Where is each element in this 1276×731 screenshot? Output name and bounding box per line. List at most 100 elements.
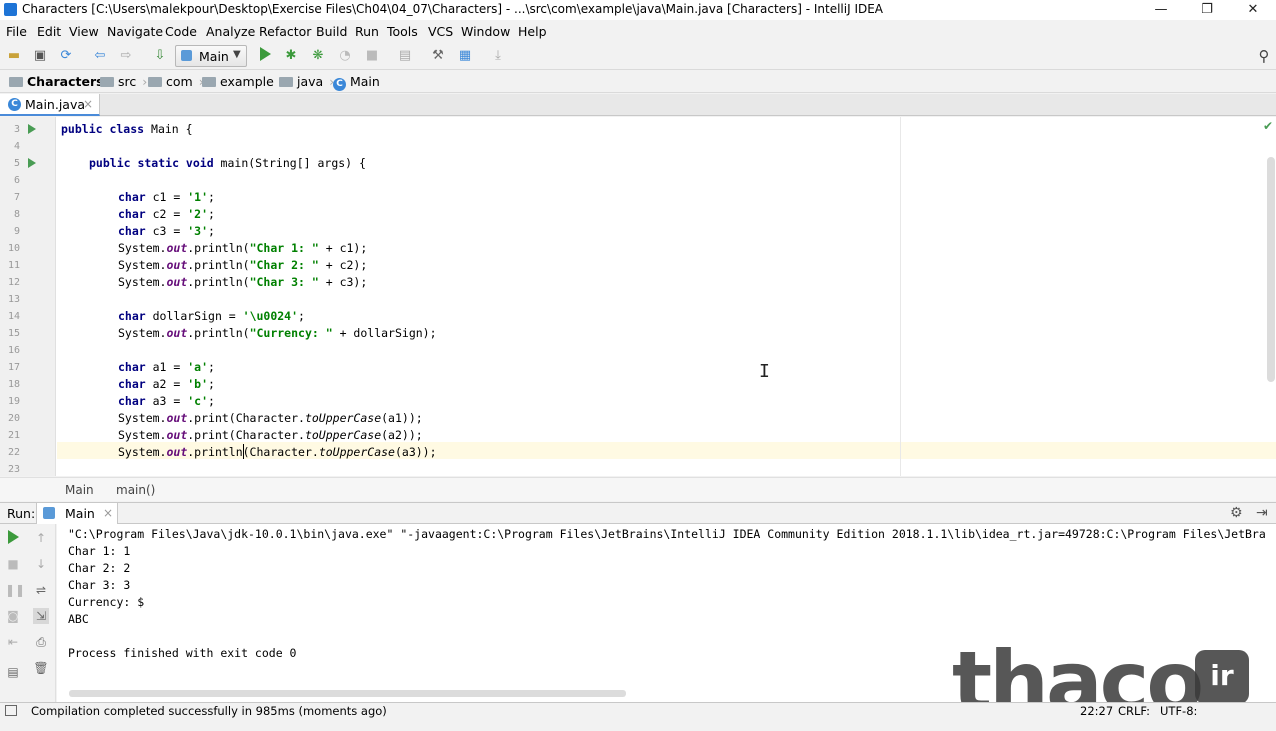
line-number: 5 <box>13 158 20 169</box>
tool-windows-icon[interactable] <box>5 705 17 716</box>
menu-refactor[interactable]: Refactor <box>259 24 311 39</box>
class-icon: C <box>8 98 21 111</box>
line-number: 11 <box>7 260 20 271</box>
coverage-icon[interactable]: ❋ <box>309 47 327 65</box>
gear-icon[interactable]: ⚙ <box>1230 505 1243 521</box>
run-tab-label: Main <box>65 506 95 521</box>
console-line: Char 3: 3 <box>68 578 131 592</box>
breadcrumb-src[interactable]: src › <box>100 74 147 90</box>
code-line: char a2 = 'b'; <box>118 377 215 391</box>
code-editor[interactable]: 3 4 5 6 7 8 9 10 11 12 13 14 15 16 17 18… <box>0 117 1276 476</box>
line-number: 4 <box>13 141 20 152</box>
breadcrumb-com[interactable]: com› <box>148 74 204 90</box>
scroll-up-icon[interactable]: ↑ <box>33 530 49 546</box>
console-line: Char 1: 1 <box>68 544 131 558</box>
navigation-bar: Characters› src› com› example› java› C M… <box>0 71 1276 93</box>
menu-navigate[interactable]: Navigate <box>107 24 163 39</box>
run-tab-close-icon[interactable]: × <box>103 506 113 520</box>
scroll-to-end-icon[interactable]: ⇲ <box>33 608 49 624</box>
stop-icon[interactable]: ■ <box>5 556 21 572</box>
sync-icon[interactable]: ⟳ <box>57 47 75 65</box>
line-number: 10 <box>7 243 20 254</box>
build-icon[interactable]: ⇩ <box>151 47 169 65</box>
save-icon[interactable]: ▣ <box>31 47 49 65</box>
no-errors-check-icon: ✔ <box>1263 119 1274 133</box>
profile-icon[interactable]: ◔ <box>336 47 354 65</box>
sdk-download-icon[interactable]: ⤓ <box>489 47 507 65</box>
code-line: System.out.println("Char 3: " + c3); <box>118 275 368 289</box>
pause-icon[interactable]: ❚❚ <box>5 582 25 598</box>
breadcrumb-java[interactable]: java › <box>279 74 334 90</box>
code-line: System.out.print(Character.toUpperCase(a… <box>118 428 423 442</box>
line-number: 16 <box>7 345 20 356</box>
menu-build[interactable]: Build <box>316 24 347 39</box>
search-icon[interactable]: ⚲ <box>1255 47 1273 65</box>
console-line: Char 2: 2 <box>68 561 131 575</box>
menu-run[interactable]: Run <box>355 24 379 39</box>
menu-window[interactable]: Window <box>461 24 510 39</box>
close-button[interactable]: ✕ <box>1230 0 1276 20</box>
settings-wrench-icon[interactable]: ⚒ <box>429 47 447 65</box>
run-tool-header: Run: Main × ⚙ ⇥ <box>0 502 1276 524</box>
menu-vcs[interactable]: VCS <box>428 24 453 39</box>
breadcrumb-main[interactable]: C Main <box>333 74 380 91</box>
line-number: 14 <box>7 311 20 322</box>
line-separator[interactable]: CRLF: <box>1118 704 1150 718</box>
folder-icon <box>279 77 293 87</box>
file-encoding[interactable]: UTF-8: <box>1160 704 1197 718</box>
project-structure-icon[interactable]: ▤ <box>396 47 414 65</box>
menu-edit[interactable]: Edit <box>37 24 61 39</box>
code-line: char a3 = 'c'; <box>118 394 215 408</box>
editor-tab-bar: C Main.java × <box>0 94 1276 116</box>
soft-wrap-icon[interactable]: ⇌ <box>33 582 49 598</box>
code-line: char a1 = 'a'; <box>118 360 215 374</box>
status-bar: Compilation completed successfully in 98… <box>0 702 1276 718</box>
menu-analyze[interactable]: Analyze <box>206 24 255 39</box>
run-class-gutter-icon[interactable] <box>28 124 36 134</box>
rerun-icon[interactable] <box>5 530 21 546</box>
restore-button[interactable]: ❐ <box>1184 0 1230 20</box>
print-icon[interactable]: ⎙ <box>33 634 49 650</box>
folder-icon <box>9 77 23 87</box>
code-crumb-class[interactable]: Main <box>65 483 94 497</box>
menu-code[interactable]: Code <box>165 24 197 39</box>
breadcrumb-example[interactable]: example› <box>202 74 285 90</box>
run-main-gutter-icon[interactable] <box>28 158 36 168</box>
tab-main-java[interactable]: C Main.java × <box>0 94 100 116</box>
console-horizontal-scrollbar[interactable] <box>69 690 626 697</box>
minimize-button[interactable]: — <box>1138 0 1184 20</box>
menu-tools[interactable]: Tools <box>387 24 418 39</box>
tab-close-icon[interactable]: × <box>83 97 93 111</box>
toolbar: ▬ ▣ ⟳ ⇦ ⇨ ⇩ Main ▼ ✱ ❋ ◔ ■ ▤ ⚒ ▦ ⤓ ⚲ <box>0 42 1276 70</box>
layout-icon[interactable]: ▤ <box>5 664 21 680</box>
run-configuration-select[interactable]: Main ▼ <box>175 45 247 67</box>
menu-view[interactable]: View <box>69 24 99 39</box>
editor-vertical-scrollbar[interactable] <box>1267 157 1275 382</box>
run-icon[interactable] <box>256 47 274 65</box>
menu-help[interactable]: Help <box>518 24 547 39</box>
exit-icon[interactable]: ⇤ <box>5 634 21 650</box>
code-crumb-method[interactable]: main() <box>116 483 155 497</box>
forward-arrow-icon[interactable]: ⇨ <box>117 47 135 65</box>
back-arrow-icon[interactable]: ⇦ <box>91 47 109 65</box>
line-number: 3 <box>13 124 20 135</box>
structure-icon[interactable]: ▦ <box>456 47 474 65</box>
folder-icon <box>202 77 216 87</box>
line-number: 19 <box>7 396 20 407</box>
camera-icon[interactable]: ◙ <box>5 608 21 624</box>
clear-trash-icon[interactable]: 🗑 <box>33 660 49 676</box>
menu-file[interactable]: File <box>6 24 27 39</box>
scroll-down-icon[interactable]: ↓ <box>33 556 49 572</box>
debug-icon[interactable]: ✱ <box>282 47 300 65</box>
right-margin-guide <box>900 117 901 476</box>
breadcrumb-project[interactable]: Characters› <box>9 74 115 90</box>
run-tab-main[interactable]: Main × <box>36 503 118 524</box>
code-line: System.out.println("Char 1: " + c1); <box>118 241 368 255</box>
caret-position[interactable]: 22:27 <box>1080 704 1113 718</box>
code-line: System.out.println("Currency: " + dollar… <box>118 326 437 340</box>
line-number: 15 <box>7 328 20 339</box>
stop-icon[interactable]: ■ <box>363 47 381 65</box>
hide-panel-icon[interactable]: ⇥ <box>1256 505 1268 521</box>
open-folder-icon[interactable]: ▬ <box>5 47 23 65</box>
ibeam-cursor-icon: I <box>759 361 770 382</box>
